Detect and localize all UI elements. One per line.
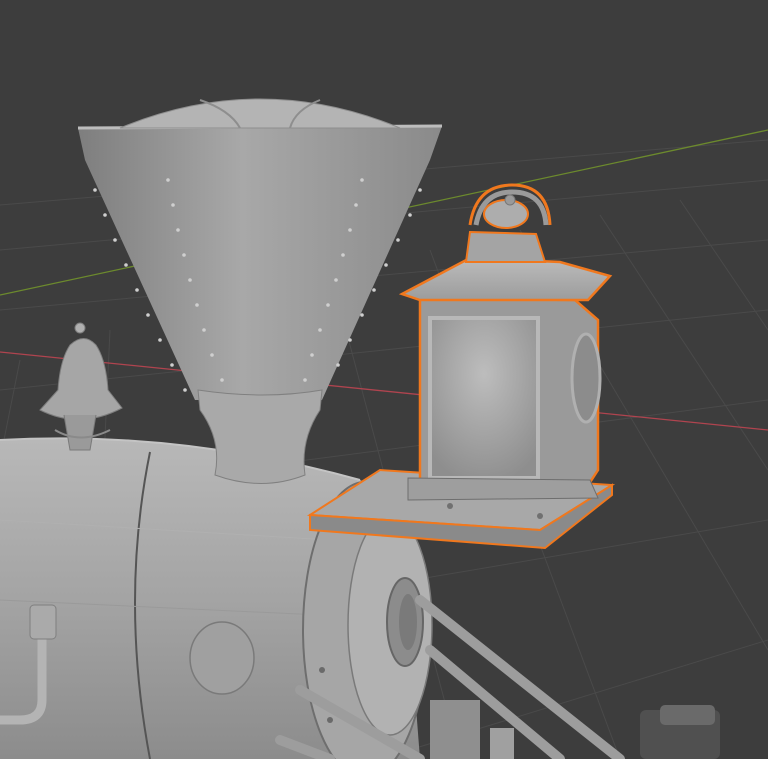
smokestack[interactable] xyxy=(77,98,443,484)
3d-viewport[interactable] xyxy=(0,0,768,759)
lamp-side-lens xyxy=(570,332,602,424)
x-axis-line xyxy=(0,351,768,431)
headlamp[interactable] xyxy=(398,183,613,501)
boiler-hatch xyxy=(189,621,255,695)
lamp-front-glass xyxy=(428,316,540,480)
viewport-canvas[interactable] xyxy=(0,0,768,759)
